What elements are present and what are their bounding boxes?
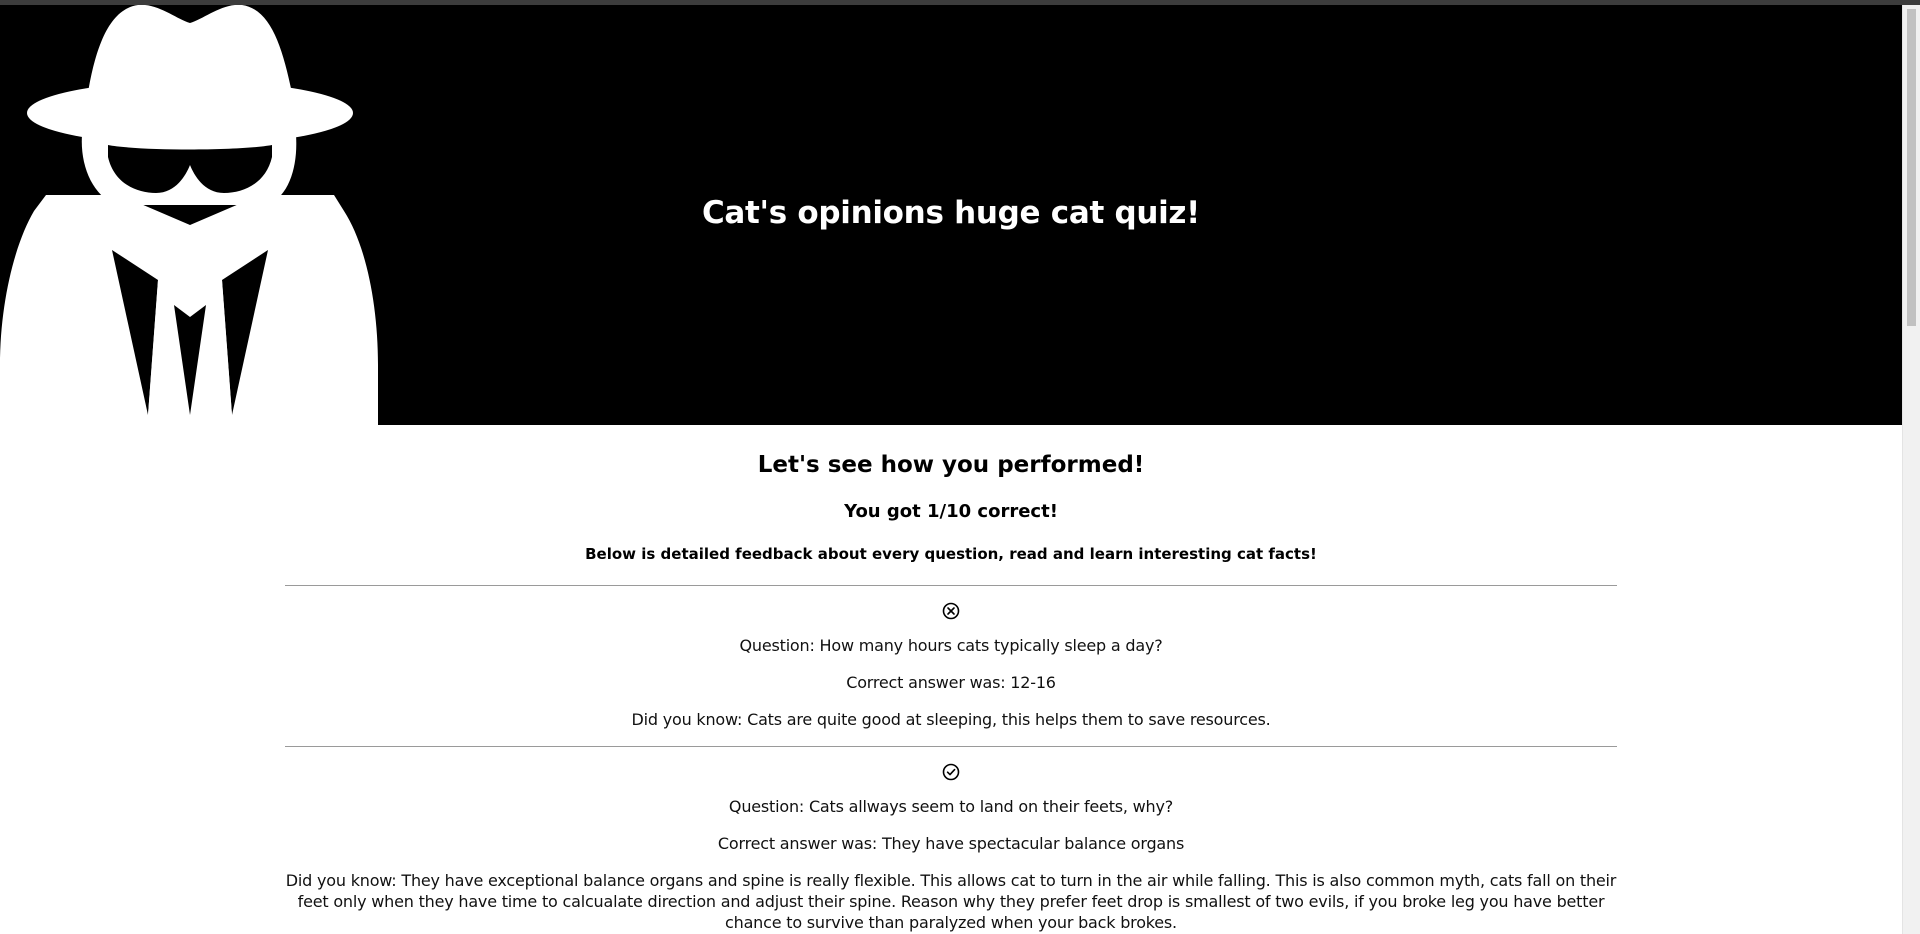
feedback-item: Question: Cats allways seem to land on t… <box>285 763 1617 934</box>
scrollbar-thumb[interactable] <box>1907 9 1916 326</box>
feedback-correct-answer: Correct answer was: 12-16 <box>846 673 1056 692</box>
feedback-fact: Did you know: They have exceptional bala… <box>285 871 1617 932</box>
site-title: Cat's opinions huge cat quiz! <box>701 195 1201 231</box>
feedback-item: Question: How many hours cats typically … <box>285 602 1617 746</box>
divider <box>285 585 1617 586</box>
site-header: Cat's opinions huge cat quiz! <box>0 5 1902 425</box>
page: Cat's opinions huge cat quiz! Let's see … <box>0 5 1902 934</box>
circle-check-icon <box>942 763 960 781</box>
feedback-fact: Did you know: Cats are quite good at sle… <box>631 710 1271 729</box>
score-summary: You got 1/10 correct! <box>844 501 1058 522</box>
feedback-correct-answer: Correct answer was: They have spectacula… <box>717 834 1185 853</box>
feedback-question: Question: How many hours cats typically … <box>739 636 1163 655</box>
divider <box>285 746 1617 747</box>
results-heading: Let's see how you performed! <box>757 452 1145 478</box>
results-section: Let's see how you performed! You got 1/1… <box>285 425 1617 934</box>
circle-x-icon <box>942 602 960 620</box>
feedback-intro: Below is detailed feedback about every q… <box>585 545 1317 563</box>
feedback-question: Question: Cats allways seem to land on t… <box>728 797 1174 816</box>
page-scrollbar[interactable] <box>1902 5 1920 934</box>
